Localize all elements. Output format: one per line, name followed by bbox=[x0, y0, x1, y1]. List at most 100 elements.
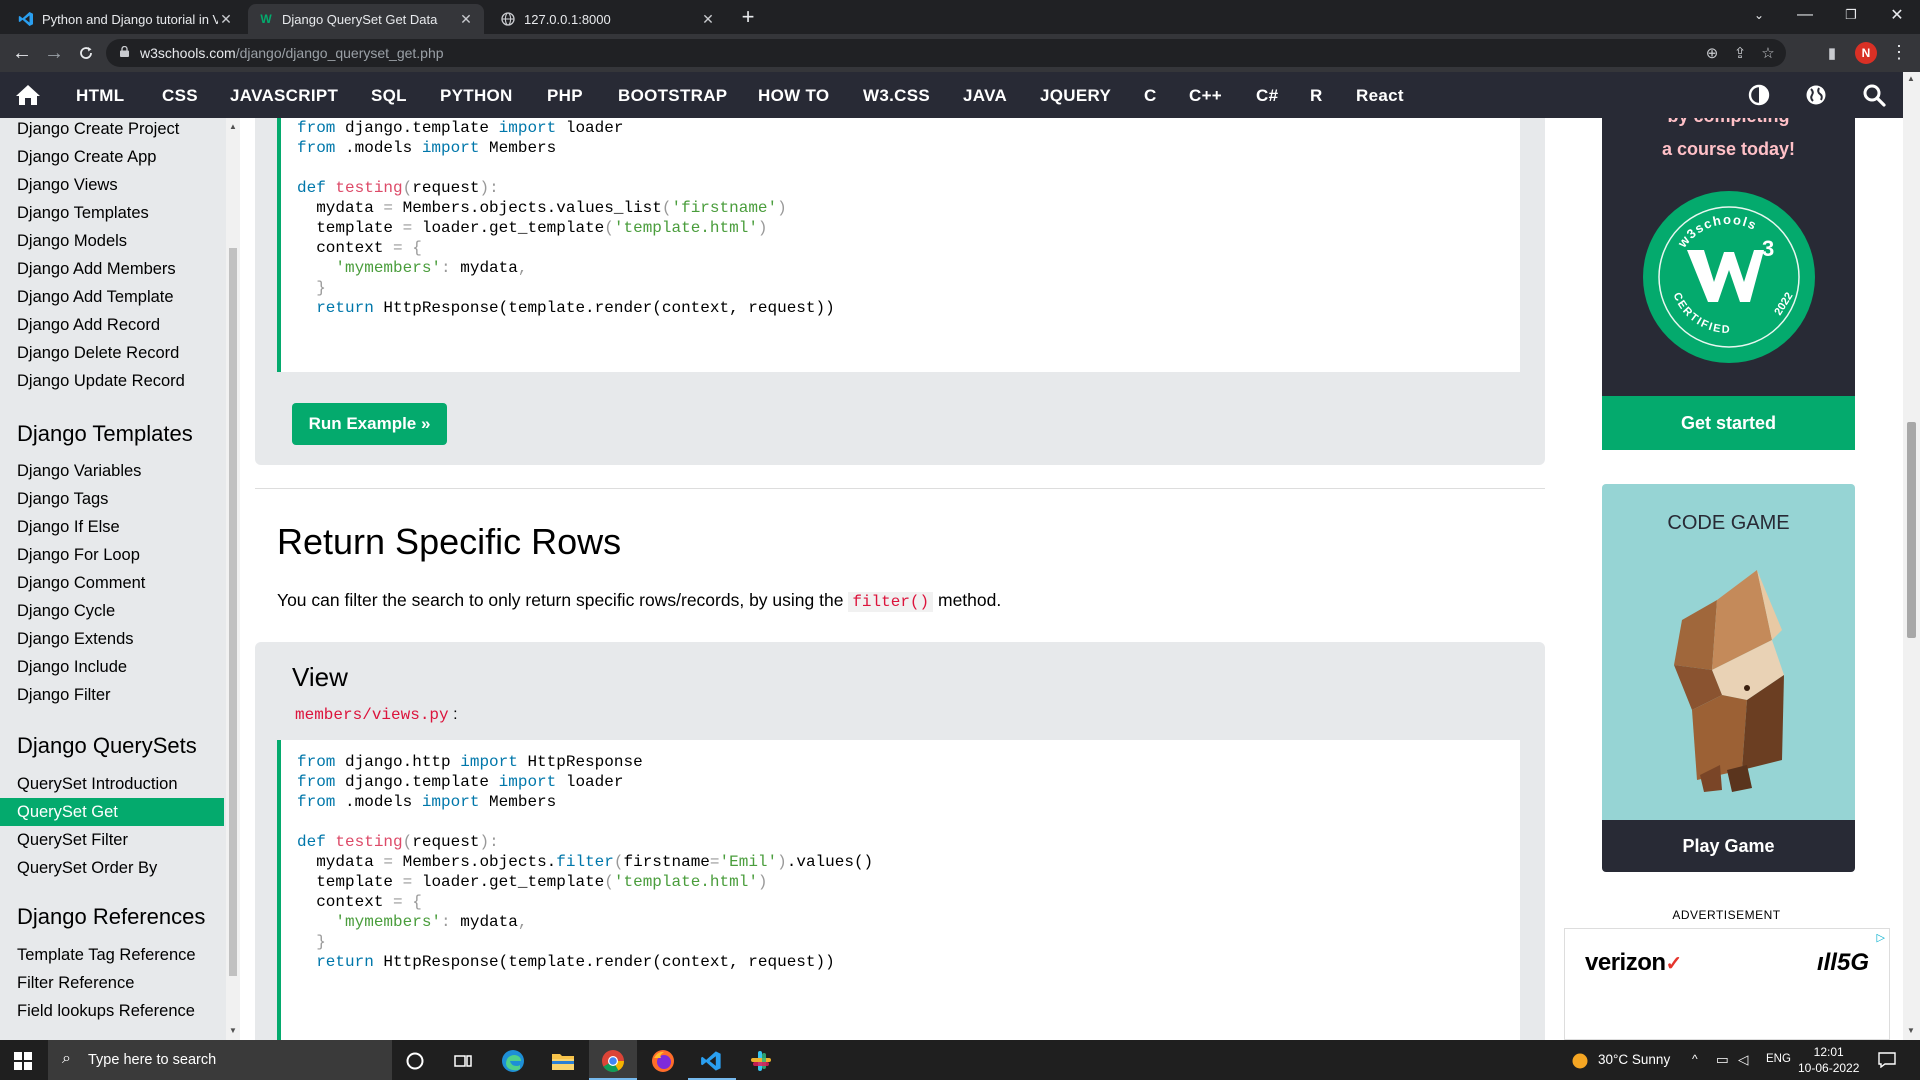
close-icon[interactable]: ✕ bbox=[218, 11, 234, 28]
chrome-icon[interactable] bbox=[600, 1048, 626, 1074]
sidebar-item-tags[interactable]: Django Tags bbox=[0, 485, 224, 513]
close-icon[interactable]: ✕ bbox=[458, 11, 474, 28]
zoom-icon[interactable]: ⊕ bbox=[1702, 44, 1722, 62]
task-view-icon[interactable] bbox=[450, 1048, 476, 1074]
nav-cpp[interactable]: C++ bbox=[1189, 86, 1222, 106]
sidebar-item-delete-record[interactable]: Django Delete Record bbox=[0, 339, 224, 367]
globe-icon[interactable] bbox=[1804, 83, 1828, 107]
minimize-button[interactable]: — bbox=[1782, 0, 1828, 30]
chevron-up-icon[interactable]: ^ bbox=[1692, 1052, 1698, 1066]
adchoices-icon[interactable]: ▷ bbox=[1877, 931, 1885, 944]
nav-c[interactable]: C bbox=[1144, 86, 1157, 106]
sidebar-item-field-lookups-ref[interactable]: Field lookups Reference bbox=[0, 997, 224, 1025]
new-tab-button[interactable]: + bbox=[736, 6, 760, 30]
sidebar-item-create-app[interactable]: Django Create App bbox=[0, 143, 224, 171]
scroll-down-icon[interactable]: ▼ bbox=[1907, 1026, 1915, 1035]
tab-search-icon[interactable]: ⌄ bbox=[1736, 0, 1782, 30]
sidebar-item-create-project[interactable]: Django Create Project bbox=[0, 118, 224, 143]
nav-jquery[interactable]: JQUERY bbox=[1040, 86, 1111, 106]
sidebar-item-filter[interactable]: Django Filter bbox=[0, 681, 224, 709]
tab-localhost[interactable]: 127.0.0.1:8000 ✕ bbox=[490, 4, 726, 34]
search-icon[interactable] bbox=[1862, 83, 1886, 107]
contrast-icon[interactable] bbox=[1747, 83, 1771, 107]
forward-button[interactable]: → bbox=[40, 41, 68, 65]
taskbar-search-input[interactable]: ⌕ Type here to search bbox=[48, 1040, 392, 1080]
side-panel-icon[interactable]: ▮ bbox=[1822, 44, 1842, 62]
language-indicator[interactable]: ENG bbox=[1766, 1053, 1791, 1065]
sidebar-item-models[interactable]: Django Models bbox=[0, 227, 224, 255]
vscode-icon[interactable] bbox=[698, 1048, 724, 1074]
nav-html[interactable]: HTML bbox=[76, 86, 124, 106]
nav-react[interactable]: React bbox=[1356, 86, 1404, 106]
network-icon[interactable]: ▭ bbox=[1716, 1052, 1729, 1068]
back-button[interactable]: ← bbox=[8, 41, 36, 65]
sidebar-item-views[interactable]: Django Views bbox=[0, 171, 224, 199]
sidebar-item-templates[interactable]: Django Templates bbox=[0, 199, 224, 227]
sidebar-item-add-template[interactable]: Django Add Template bbox=[0, 283, 224, 311]
nav-r[interactable]: R bbox=[1310, 86, 1323, 106]
sidebar-item-filter-ref[interactable]: Filter Reference bbox=[0, 969, 224, 997]
weather-text[interactable]: 30°C Sunny bbox=[1598, 1052, 1670, 1067]
page-scrollbar[interactable]: ▲ ▼ bbox=[1903, 72, 1920, 1040]
nav-bootstrap[interactable]: BOOTSTRAP bbox=[618, 86, 727, 106]
nav-javascript[interactable]: JAVASCRIPT bbox=[230, 86, 338, 106]
restore-button[interactable]: ❐ bbox=[1828, 0, 1874, 30]
avatar[interactable]: N bbox=[1855, 42, 1877, 64]
sidebar-item-queryset-intro[interactable]: QuerySet Introduction bbox=[0, 770, 224, 798]
star-icon[interactable]: ☆ bbox=[1758, 44, 1778, 62]
sidebar-item-add-members[interactable]: Django Add Members bbox=[0, 255, 224, 283]
weather-sun-icon[interactable] bbox=[1572, 1053, 1588, 1069]
volume-icon[interactable]: ◁ bbox=[1738, 1052, 1748, 1068]
sidebar-item-include[interactable]: Django Include bbox=[0, 653, 224, 681]
slack-icon[interactable] bbox=[748, 1048, 774, 1074]
tab-django-queryset[interactable]: W Django QuerySet Get Data ✕ bbox=[248, 4, 484, 34]
sidebar-item-variables[interactable]: Django Variables bbox=[0, 457, 224, 485]
nav-css[interactable]: CSS bbox=[162, 86, 198, 106]
file-explorer-icon[interactable] bbox=[550, 1048, 576, 1074]
scroll-up-icon[interactable]: ▲ bbox=[229, 122, 237, 131]
sidebar-scroll-thumb[interactable] bbox=[229, 248, 237, 976]
nav-sql[interactable]: SQL bbox=[371, 86, 407, 106]
nav-how-to[interactable]: HOW TO bbox=[758, 86, 829, 106]
close-icon[interactable]: ✕ bbox=[700, 11, 716, 28]
page-scroll-thumb[interactable] bbox=[1907, 422, 1916, 638]
nav-csharp[interactable]: C# bbox=[1256, 86, 1278, 106]
nav-java[interactable]: JAVA bbox=[963, 86, 1007, 106]
sidebar-item-add-record[interactable]: Django Add Record bbox=[0, 311, 224, 339]
sidebar-scrollbar[interactable]: ▲ ▼ bbox=[226, 118, 240, 1040]
get-started-button[interactable]: Get started bbox=[1602, 396, 1855, 450]
sidebar-item-extends[interactable]: Django Extends bbox=[0, 625, 224, 653]
sidebar-item-cycle[interactable]: Django Cycle bbox=[0, 597, 224, 625]
clock[interactable]: 12:01 10-06-2022 bbox=[1798, 1044, 1859, 1076]
sidebar-item-queryset-filter[interactable]: QuerySet Filter bbox=[0, 826, 224, 854]
certificate-ad[interactable]: by completing a course today! w3schools … bbox=[1602, 118, 1855, 396]
cortana-icon[interactable] bbox=[402, 1048, 428, 1074]
nav-w3css[interactable]: W3.CSS bbox=[863, 86, 930, 106]
run-example-button[interactable]: Run Example » bbox=[292, 403, 447, 445]
sidebar-item-if-else[interactable]: Django If Else bbox=[0, 513, 224, 541]
sidebar-item-for-loop[interactable]: Django For Loop bbox=[0, 541, 224, 569]
play-game-button[interactable]: Play Game bbox=[1602, 820, 1855, 872]
sidebar-item-comment[interactable]: Django Comment bbox=[0, 569, 224, 597]
nav-php[interactable]: PHP bbox=[547, 86, 583, 106]
code-game-ad[interactable]: CODE GAME bbox=[1602, 484, 1855, 822]
nav-python[interactable]: PYTHON bbox=[440, 86, 513, 106]
verizon-ad[interactable]: ▷ verizon✓ ıll5G bbox=[1564, 928, 1890, 1040]
reload-button[interactable] bbox=[72, 41, 100, 65]
url-input[interactable]: w3schools.com/django/django_queryset_get… bbox=[106, 39, 1786, 67]
close-window-button[interactable]: ✕ bbox=[1874, 0, 1920, 30]
scroll-up-icon[interactable]: ▲ bbox=[1907, 74, 1915, 83]
windows-start-icon[interactable] bbox=[14, 1052, 32, 1070]
firefox-icon[interactable] bbox=[650, 1048, 676, 1074]
notification-icon[interactable] bbox=[1878, 1052, 1896, 1068]
sidebar-item-queryset-get[interactable]: QuerySet Get bbox=[0, 798, 224, 826]
sidebar-item-queryset-order-by[interactable]: QuerySet Order By bbox=[0, 854, 224, 882]
menu-icon[interactable]: ⋮ bbox=[1890, 42, 1908, 63]
sidebar-item-update-record[interactable]: Django Update Record bbox=[0, 367, 224, 395]
sidebar-item-template-tag-ref[interactable]: Template Tag Reference bbox=[0, 941, 224, 969]
scroll-down-icon[interactable]: ▼ bbox=[229, 1026, 237, 1035]
edge-icon[interactable] bbox=[500, 1048, 526, 1074]
tab-vscode-tutorial[interactable]: Python and Django tutorial in Vi ✕ bbox=[8, 4, 244, 34]
share-icon[interactable]: ⇪ bbox=[1730, 44, 1750, 62]
home-icon[interactable] bbox=[14, 83, 42, 107]
